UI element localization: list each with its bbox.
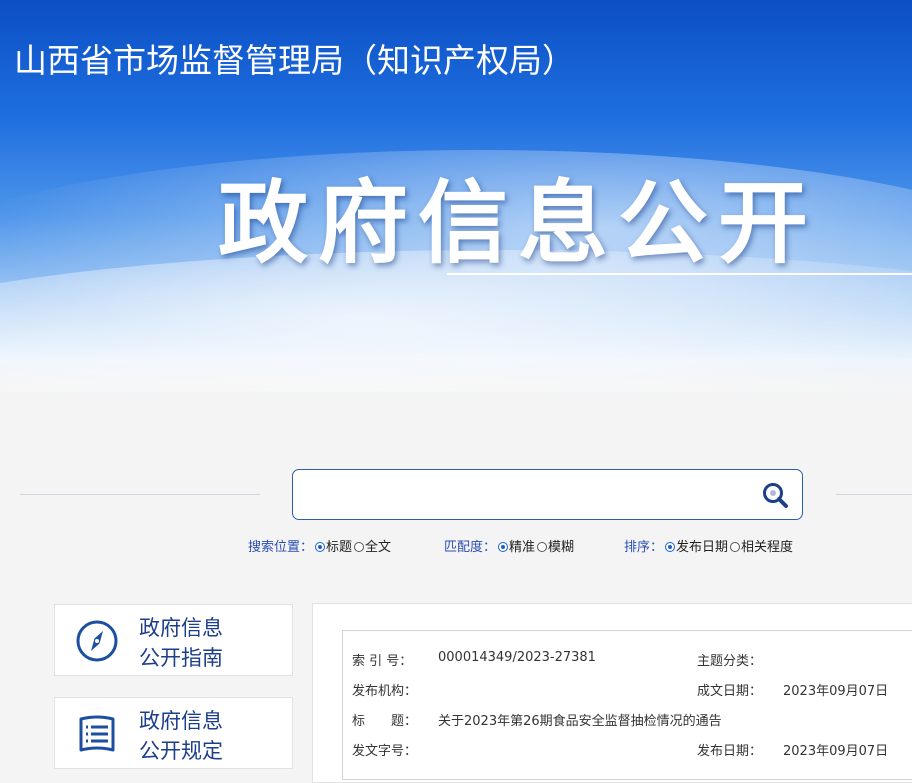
radio-publish-date[interactable]: [665, 542, 676, 552]
sidebar-item-line2: 公开规定: [139, 739, 223, 763]
doc-title-value[interactable]: 关于2023年第26期食品安全监督抽检情况的通告: [438, 710, 722, 729]
radio-fulltext[interactable]: [354, 542, 365, 552]
created-date-value: 2023年09月07日: [783, 684, 889, 699]
divider-right: [836, 494, 912, 495]
issuer-label: 发布机构：: [352, 684, 418, 699]
sidebar-item-line2: 公开指南: [139, 646, 223, 670]
match-group: 匹配度： 精准 模糊: [444, 536, 574, 555]
search-icon[interactable]: [758, 478, 792, 512]
agency-name: 山西省市场监督管理局（知识产权局）: [14, 41, 575, 80]
radio-fuzzy[interactable]: [537, 542, 548, 552]
search-position-label: 搜索位置：: [248, 540, 314, 555]
compass-icon: [76, 620, 118, 662]
search-bar: [292, 469, 803, 520]
divider-left: [20, 494, 260, 495]
search-input[interactable]: [303, 478, 747, 513]
radio-fulltext-label[interactable]: 全文: [365, 540, 391, 555]
radio-exact[interactable]: [498, 542, 509, 552]
index-number-value: 000014349/2023-27381: [438, 650, 596, 665]
doc-number-label: 发文字号：: [352, 744, 418, 759]
published-date-value: 2023年09月07日: [783, 744, 889, 759]
match-label: 匹配度：: [444, 540, 497, 555]
radio-title[interactable]: [315, 542, 326, 552]
sidebar-item-line1: 政府信息: [139, 709, 223, 733]
radio-publish-date-label[interactable]: 发布日期: [676, 540, 728, 555]
sort-label: 排序：: [624, 540, 664, 555]
document-list-icon: [79, 715, 115, 752]
created-date-label: 成文日期：: [697, 684, 763, 699]
sidebar-item-disclosure-rules[interactable]: 政府信息 公开规定: [54, 697, 293, 769]
sidebar-item-label: 政府信息 公开规定: [139, 706, 279, 766]
header-banner: 山西省市场监督管理局（知识产权局） 政府信息公开: [0, 0, 912, 392]
index-number-label: 索 引 号：: [352, 654, 413, 669]
sidebar-item-disclosure-guide[interactable]: 政府信息 公开指南: [54, 604, 293, 676]
radio-fuzzy-label[interactable]: 模糊: [548, 540, 574, 555]
sidebar-item-line1: 政府信息: [139, 616, 223, 640]
topic-label: 主题分类：: [697, 654, 763, 669]
radio-title-label[interactable]: 标题: [326, 540, 352, 555]
sidebar-item-label: 政府信息 公开指南: [139, 613, 279, 673]
published-date-label: 发布日期：: [697, 744, 763, 759]
sort-group: 排序： 发布日期 相关程度: [624, 536, 793, 555]
doc-title-label: 标 题：: [352, 714, 418, 729]
title-underline: [447, 273, 912, 275]
radio-relevance-label[interactable]: 相关程度: [741, 540, 793, 555]
radio-relevance[interactable]: [730, 542, 741, 552]
page-title: 政府信息公开: [218, 171, 818, 276]
radio-exact-label[interactable]: 精准: [509, 540, 535, 555]
search-position-group: 搜索位置： 标题 全文: [248, 536, 391, 555]
